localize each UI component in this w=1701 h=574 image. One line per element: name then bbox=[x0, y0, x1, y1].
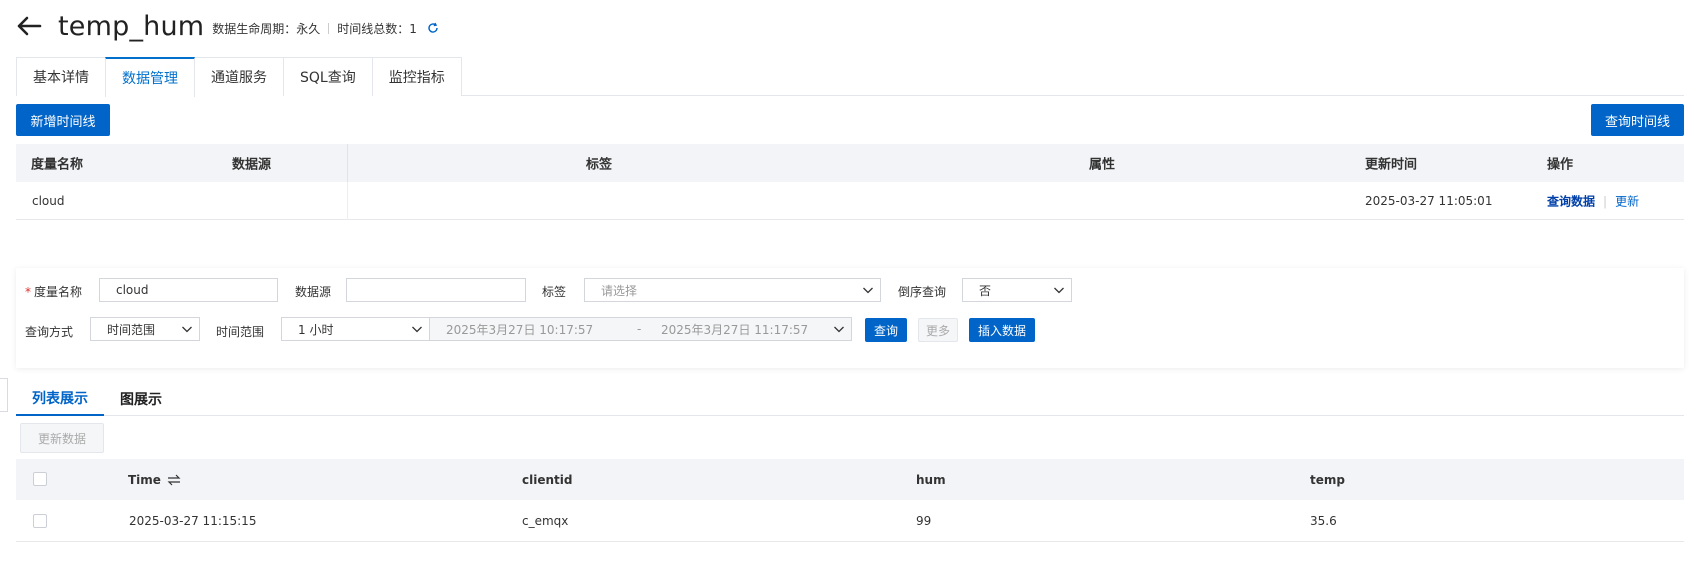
page-meta: 数据生命周期：永久 时间线总数：1 bbox=[212, 20, 439, 37]
meta-divider bbox=[328, 22, 330, 34]
actions-cell: 查询数据 | 更新 bbox=[1547, 192, 1639, 209]
hum-cell: 99 bbox=[916, 513, 932, 528]
clientid-cell: c_emqx bbox=[522, 513, 569, 528]
tab-data-management[interactable]: 数据管理 bbox=[105, 57, 195, 97]
select-all-checkbox[interactable] bbox=[33, 472, 47, 486]
chevron-down-icon bbox=[1053, 284, 1065, 296]
reverse-value: 否 bbox=[979, 283, 992, 298]
tab-monitoring[interactable]: 监控指标 bbox=[371, 57, 462, 96]
tab-chart-view[interactable]: 图展示 bbox=[104, 381, 178, 416]
refresh-data-button[interactable]: 更新数据 bbox=[20, 423, 104, 453]
column-divider bbox=[347, 182, 348, 220]
update-link[interactable]: 更新 bbox=[1615, 194, 1639, 208]
end-time: 2025年3月27日 11:17:57 bbox=[661, 322, 809, 337]
source-input[interactable] bbox=[346, 278, 526, 302]
query-button[interactable]: 查询 bbox=[865, 318, 907, 342]
tab-basic-details[interactable]: 基本详情 bbox=[16, 57, 106, 96]
tags-placeholder: 请选择 bbox=[601, 283, 638, 298]
data-table: Time clientid hum temp 2025-03-27 11:15:… bbox=[16, 459, 1684, 542]
col-clientid: clientid bbox=[522, 472, 573, 487]
range-select[interactable]: 1 小时 bbox=[281, 317, 430, 341]
measure-input[interactable]: cloud bbox=[99, 278, 278, 302]
col-source: 数据源 bbox=[232, 157, 272, 173]
query-panel: * 度量名称 cloud 数据源 标签 请选择 倒序查询 否 查询方式 时间范围 … bbox=[16, 268, 1684, 368]
tab-channel-service[interactable]: 通道服务 bbox=[194, 57, 284, 96]
add-timeline-button[interactable]: 新增时间线 bbox=[16, 104, 110, 136]
col-actions: 操作 bbox=[1547, 157, 1574, 173]
chevron-down-icon bbox=[181, 323, 193, 335]
action-divider: | bbox=[1603, 194, 1608, 208]
col-time-label: Time bbox=[128, 472, 161, 487]
measure-cell: cloud bbox=[32, 193, 65, 208]
col-attrs: 属性 bbox=[1089, 157, 1116, 173]
tab-label: 数据管理 bbox=[122, 71, 178, 87]
table-header: 度量名称 数据源 标签 属性 更新时间 操作 bbox=[16, 144, 1684, 182]
col-updated: 更新时间 bbox=[1365, 157, 1418, 173]
row-checkbox[interactable] bbox=[33, 514, 47, 528]
page-title: temp_hum bbox=[58, 10, 205, 42]
updated-cell: 2025-03-27 11:05:01 bbox=[1365, 193, 1493, 208]
col-hum: hum bbox=[916, 472, 946, 487]
start-time: 2025年3月27日 10:17:57 bbox=[446, 322, 594, 337]
refresh-icon[interactable] bbox=[427, 22, 439, 34]
tab-sql-query[interactable]: SQL查询 bbox=[283, 57, 373, 96]
tab-label: 图展示 bbox=[120, 391, 162, 408]
back-arrow-icon[interactable] bbox=[16, 12, 44, 40]
chevron-down-icon bbox=[833, 323, 845, 335]
view-tabs: 列表展示 图展示 bbox=[16, 381, 1684, 416]
mode-label: 查询方式 bbox=[25, 325, 74, 339]
source-label: 数据源 bbox=[295, 285, 332, 299]
tags-label: 标签 bbox=[542, 285, 567, 299]
measure-label-text: 度量名称 bbox=[34, 285, 83, 299]
col-tags: 标签 bbox=[586, 157, 613, 173]
timeline-count-label: 时间线总数：1 bbox=[337, 21, 417, 36]
page-header: temp_hum 数据生命周期：永久 时间线总数：1 bbox=[16, 6, 439, 46]
temp-cell: 35.6 bbox=[1310, 513, 1337, 528]
tags-select[interactable]: 请选择 bbox=[584, 278, 881, 302]
tab-label: 列表展示 bbox=[32, 390, 88, 407]
main-tabs: 基本详情 数据管理 通道服务 SQL查询 监控指标 bbox=[16, 57, 1684, 97]
range-label: 时间范围 bbox=[216, 325, 265, 339]
query-data-link[interactable]: 查询数据 bbox=[1547, 194, 1595, 208]
mode-select[interactable]: 时间范围 bbox=[90, 317, 200, 341]
chevron-down-icon bbox=[862, 284, 874, 296]
time-cell: 2025-03-27 11:15:15 bbox=[129, 513, 257, 528]
column-divider bbox=[347, 144, 348, 182]
tab-label: 基本详情 bbox=[33, 70, 89, 86]
sidebar-collapse-handle[interactable] bbox=[0, 378, 8, 412]
sort-icon[interactable] bbox=[167, 474, 181, 486]
col-temp: temp bbox=[1310, 472, 1345, 487]
measure-label: * 度量名称 bbox=[25, 283, 82, 300]
reverse-label: 倒序查询 bbox=[898, 285, 947, 299]
col-time[interactable]: Time bbox=[128, 473, 181, 487]
timeline-table: 度量名称 数据源 标签 属性 更新时间 操作 cloud 2025-03-27 … bbox=[16, 144, 1684, 220]
table-header: Time clientid hum temp bbox=[16, 459, 1684, 500]
query-timeline-button[interactable]: 查询时间线 bbox=[1591, 104, 1684, 136]
more-button[interactable]: 更多 bbox=[918, 318, 958, 342]
tab-label: 监控指标 bbox=[388, 70, 445, 86]
tab-label: SQL查询 bbox=[300, 70, 356, 86]
chevron-down-icon bbox=[411, 323, 423, 335]
insert-data-button[interactable]: 插入数据 bbox=[969, 318, 1035, 342]
col-measure: 度量名称 bbox=[31, 157, 84, 173]
required-mark: * bbox=[25, 285, 31, 299]
tab-list-view[interactable]: 列表展示 bbox=[16, 381, 104, 416]
table-row: 2025-03-27 11:15:15 c_emqx 99 35.6 bbox=[16, 500, 1684, 542]
lifecycle-label: 数据生命周期：永久 bbox=[212, 21, 321, 36]
reverse-select[interactable]: 否 bbox=[962, 278, 1072, 302]
datetime-range-picker[interactable]: 2025年3月27日 10:17:57 - 2025年3月27日 11:17:5… bbox=[429, 317, 852, 341]
range-separator: - bbox=[637, 322, 642, 336]
range-value: 1 小时 bbox=[298, 322, 334, 337]
mode-value: 时间范围 bbox=[107, 322, 156, 337]
table-row: cloud 2025-03-27 11:05:01 查询数据 | 更新 bbox=[16, 182, 1684, 220]
tab-label: 通道服务 bbox=[211, 70, 267, 86]
